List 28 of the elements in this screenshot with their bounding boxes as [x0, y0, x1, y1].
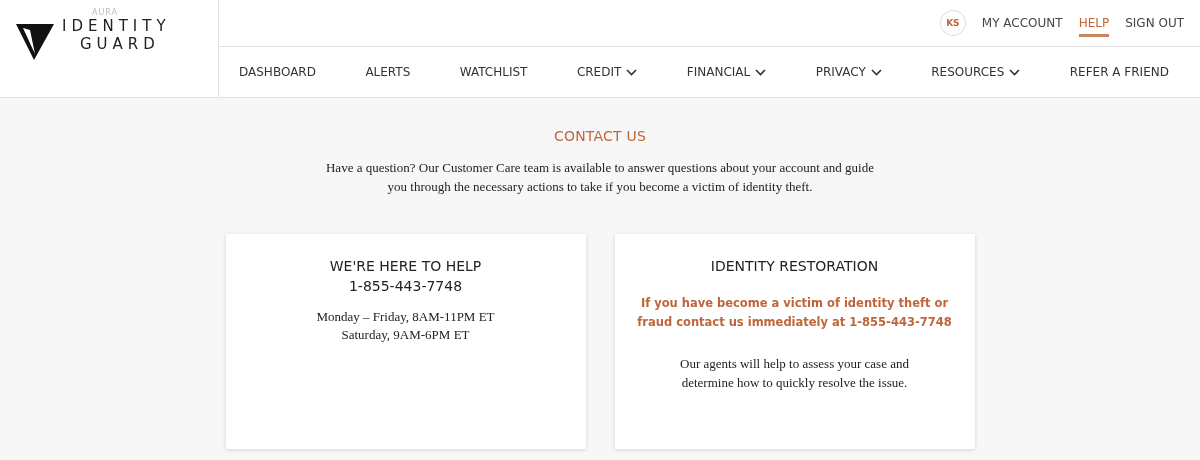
card-title: IDENTITY RESTORATION: [710, 258, 879, 274]
hours-text: Saturday, 9AM-6PM ET: [341, 326, 470, 344]
chevron-down-icon: [870, 68, 882, 76]
nav-item[interactable]: CREDIT: [576, 65, 638, 79]
chevron-down-icon: [626, 68, 638, 76]
card-title: WE'RE HERE TO HELP: [329, 258, 482, 274]
note-text: Our agents will help to assess your case and determine how to quickly resolve the issue.: [679, 355, 910, 392]
intro-text: Have a question? Our Customer Care team is available to answer questions about your account and guide you through the necessary actions to take if you become a victim of identity theft.: [325, 159, 875, 196]
logo-icon: [16, 22, 54, 60]
nav-item[interactable]: FINANCIAL: [686, 65, 767, 79]
phone-number: 1-855-443-7748: [348, 278, 463, 294]
top-link[interactable]: HELP: [1078, 12, 1110, 37]
chevron-down-icon: [755, 68, 767, 76]
page-heading: CONTACT US: [554, 128, 646, 144]
nav-item[interactable]: ALERTS: [365, 65, 411, 79]
brand-label: AURA: [92, 8, 120, 17]
nav-item[interactable]: REFER A FRIEND: [1069, 65, 1169, 79]
top-link[interactable]: SIGN OUT: [1125, 12, 1184, 37]
hours-text: Monday – Friday, 8AM-11PM ET: [316, 308, 495, 326]
top-link[interactable]: MY ACCOUNT: [981, 12, 1063, 37]
nav-item[interactable]: WATCHLIST: [459, 65, 528, 79]
logo-text: IDENTITY: [62, 17, 171, 35]
nav-item[interactable]: DASHBOARD: [239, 65, 316, 79]
logo-text: GUARD: [80, 35, 161, 53]
nav-item[interactable]: RESOURCES: [931, 65, 1021, 79]
alert-text: If you have become a victim of identity theft or fraud contact us immediately at 1-855-443-7748: [636, 295, 953, 331]
nav-item[interactable]: PRIVACY: [815, 65, 882, 79]
chevron-down-icon: [1009, 68, 1021, 76]
